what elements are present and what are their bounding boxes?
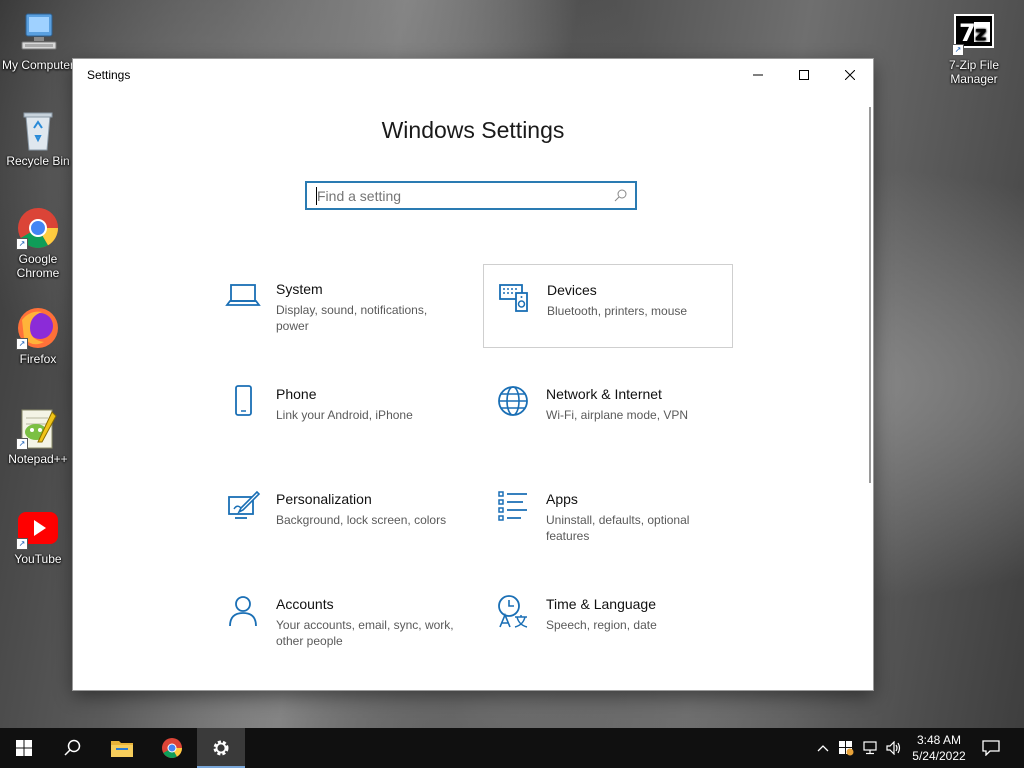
tile-title: Network & Internet bbox=[546, 386, 662, 402]
windows-logo-icon bbox=[16, 740, 32, 756]
phone-icon bbox=[235, 385, 252, 416]
search-icon bbox=[614, 189, 627, 202]
7zip-icon: 7 z ↗ bbox=[952, 12, 996, 56]
person-icon bbox=[229, 596, 257, 627]
tile-title: Apps bbox=[546, 491, 578, 507]
taskbar-chrome[interactable] bbox=[148, 728, 196, 768]
desktop-icon-label: Notepad++ bbox=[8, 452, 68, 466]
notifications-button[interactable] bbox=[978, 728, 1004, 768]
page-title: Windows Settings bbox=[381, 117, 565, 143]
search-icon bbox=[64, 739, 81, 756]
tile-title: Time & Language bbox=[546, 596, 656, 612]
recycle-bin-icon bbox=[16, 108, 60, 152]
windows-update-icon bbox=[839, 741, 854, 756]
tile-accounts[interactable]: Accounts Your accounts, email, sync, wor… bbox=[213, 579, 463, 663]
desktop-icon-youtube[interactable]: ↗ YouTube bbox=[0, 506, 76, 566]
desktop-icon-label: YouTube bbox=[14, 552, 62, 566]
close-icon bbox=[845, 70, 855, 80]
desktop-icon-notepadpp[interactable]: ↗ Notepad++ bbox=[0, 406, 76, 466]
tile-description: Background, lock screen, colors bbox=[276, 513, 447, 527]
svg-text:z: z bbox=[975, 21, 987, 45]
apps-icon bbox=[498, 491, 527, 521]
speaker-icon bbox=[886, 741, 901, 755]
desktop-icon-label: 7-Zip File Manager bbox=[948, 58, 999, 86]
chrome-icon bbox=[162, 738, 182, 758]
notification-icon bbox=[982, 740, 1000, 756]
desktop-icon-label: Google Chrome bbox=[16, 252, 60, 280]
settings-window: Settings Windows Settings System Display… bbox=[73, 59, 873, 690]
desktop-icon-recycle-bin[interactable]: Recycle Bin bbox=[0, 108, 76, 168]
tile-system[interactable]: System Display, sound, notifications, po… bbox=[213, 264, 463, 348]
tile-description: Speech, region, date bbox=[546, 618, 657, 632]
clock-time: 3:48 AM bbox=[916, 733, 962, 747]
title-bar[interactable]: Settings bbox=[73, 59, 873, 91]
personalization-icon bbox=[228, 490, 261, 519]
tray-update-icon-button[interactable] bbox=[836, 728, 856, 768]
tile-devices[interactable]: Devices Bluetooth, printers, mouse bbox=[483, 264, 733, 348]
computer-icon bbox=[16, 12, 60, 56]
close-button[interactable] bbox=[827, 59, 873, 91]
chrome-icon: ↗ bbox=[16, 206, 60, 250]
tile-phone[interactable]: Phone Link your Android, iPhone bbox=[213, 369, 463, 453]
desktop-icon-google-chrome[interactable]: ↗ Google Chrome bbox=[0, 206, 76, 280]
maximize-button[interactable] bbox=[781, 59, 827, 91]
tile-network-internet[interactable]: Network & Internet Wi-Fi, airplane mode,… bbox=[483, 369, 733, 453]
tray-volume-button[interactable] bbox=[884, 728, 904, 768]
notepadpp-icon: ↗ bbox=[16, 406, 60, 450]
youtube-icon: ↗ bbox=[16, 506, 60, 550]
start-button[interactable] bbox=[0, 728, 48, 768]
maximize-icon bbox=[799, 70, 809, 80]
devices-icon bbox=[499, 284, 528, 312]
tray-network-button[interactable] bbox=[860, 728, 880, 768]
desktop-icon-my-computer[interactable]: My Computer bbox=[0, 12, 76, 72]
desktop-icon-label: My Computer bbox=[1, 58, 75, 72]
desktop-icon-label: Firefox bbox=[19, 352, 57, 366]
chevron-up-icon bbox=[817, 745, 829, 752]
tile-title: Phone bbox=[276, 386, 317, 402]
desktop-icon-7zip[interactable]: 7 z ↗ 7-Zip File Manager bbox=[936, 12, 1012, 86]
taskbar-file-explorer[interactable] bbox=[98, 728, 146, 768]
tile-personalization[interactable]: Personalization Background, lock screen,… bbox=[213, 474, 463, 558]
taskbar: 3:48 AM 5/24/2022 bbox=[0, 728, 1024, 768]
network-icon bbox=[863, 741, 877, 755]
window-title: Settings bbox=[87, 68, 131, 82]
show-hidden-icons-button[interactable] bbox=[814, 728, 832, 768]
tile-description: Wi-Fi, airplane mode, VPN bbox=[546, 408, 689, 422]
folder-icon bbox=[111, 741, 133, 757]
tile-title: Devices bbox=[547, 282, 597, 298]
firefox-icon: ↗ bbox=[16, 306, 60, 350]
search-input[interactable] bbox=[316, 187, 607, 205]
tile-description: Display, sound, notifications, power bbox=[276, 303, 428, 333]
tile-description: Bluetooth, printers, mouse bbox=[547, 304, 688, 318]
tile-description: Link your Android, iPhone bbox=[276, 408, 413, 422]
svg-text:7: 7 bbox=[959, 19, 976, 47]
tile-title: Accounts bbox=[276, 596, 334, 612]
minimize-button[interactable] bbox=[735, 59, 781, 91]
tile-title: Personalization bbox=[276, 491, 372, 507]
scrollbar[interactable] bbox=[869, 107, 871, 483]
tile-time-language[interactable]: Time & Language Speech, region, date bbox=[483, 579, 733, 663]
taskbar-search-button[interactable] bbox=[48, 728, 96, 768]
search-box[interactable] bbox=[305, 181, 637, 210]
desktop-icon-firefox[interactable]: ↗ Firefox bbox=[0, 306, 76, 366]
clock-date: 5/24/2022 bbox=[912, 749, 966, 763]
tile-description: Your accounts, email, sync, work, other … bbox=[276, 618, 454, 648]
globe-icon bbox=[498, 386, 528, 416]
tile-apps[interactable]: Apps Uninstall, defaults, optional featu… bbox=[483, 474, 733, 558]
tile-description: Uninstall, defaults, optional features bbox=[546, 513, 690, 543]
desktop-icon-label: Recycle Bin bbox=[6, 154, 70, 168]
tile-title: System bbox=[276, 281, 323, 297]
taskbar-settings[interactable] bbox=[197, 728, 245, 768]
laptop-icon bbox=[225, 284, 261, 306]
taskbar-clock[interactable]: 3:48 AM 5/24/2022 bbox=[904, 732, 974, 764]
gear-icon bbox=[213, 740, 229, 756]
minimize-icon bbox=[753, 74, 763, 76]
time-language-icon bbox=[498, 595, 528, 628]
